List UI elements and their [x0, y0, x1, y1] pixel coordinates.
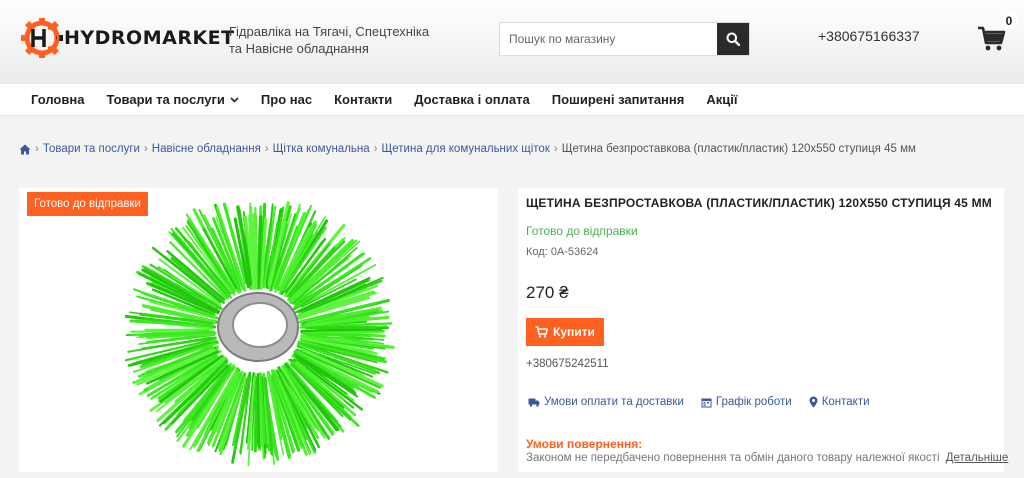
map-pin-icon: [809, 396, 818, 408]
product-code: Код: 0А-53624: [526, 246, 599, 258]
search-input[interactable]: [500, 23, 717, 55]
nav-item-products[interactable]: Товари та послуги: [106, 92, 239, 107]
delivery-terms-link[interactable]: Умови оплати та доставки: [528, 396, 684, 408]
work-schedule-link[interactable]: Графік роботи: [701, 396, 792, 408]
site-header: HYDROMARKET Гідравліка на Тягачі, Спецте…: [0, 0, 1024, 84]
cart-count-badge: 0: [1000, 12, 1018, 30]
search-icon: [726, 32, 740, 46]
breadcrumb-separator: ›: [35, 143, 39, 155]
breadcrumb-link[interactable]: Товари та послуги: [43, 143, 140, 155]
truck-icon: [528, 398, 540, 407]
breadcrumb-link[interactable]: Навісне обладнання: [152, 143, 261, 155]
logo-text: HYDROMARKET: [64, 27, 235, 49]
site-tagline: Гідравліка на Тягачі, Спецтехніка та Нав…: [229, 24, 430, 56]
cart-icon: [978, 26, 1006, 51]
chevron-down-icon: [230, 96, 239, 103]
logo[interactable]: HYDROMARKET: [20, 18, 235, 58]
nav-item-delivery[interactable]: Доставка і оплата: [414, 92, 529, 107]
cart-icon: [535, 326, 549, 338]
calendar-icon: [701, 398, 712, 407]
nav-item-label: Товари та послуги: [106, 92, 225, 107]
return-policy-more-link[interactable]: Детальніше: [946, 452, 1009, 464]
cart-button[interactable]: 0: [976, 12, 1018, 54]
home-icon[interactable]: [19, 144, 31, 155]
gear-logo-icon: [21, 18, 63, 58]
product-image-card: Готово до відправки: [19, 188, 498, 472]
header-phone[interactable]: +380675166337: [818, 28, 920, 44]
info-links: Умови оплати та доставки Графік роботи К…: [528, 396, 887, 408]
nav-item-home[interactable]: Головна: [31, 92, 84, 107]
stock-status: Готово до відправки: [526, 224, 638, 238]
search-bar: [499, 22, 750, 56]
contact-phone[interactable]: +380675242511: [526, 358, 609, 370]
breadcrumb-separator: ›: [143, 143, 148, 155]
contacts-link[interactable]: Контакти: [809, 396, 870, 408]
breadcrumb-separator: ›: [373, 143, 378, 155]
return-policy-text: Законом не передбачено повернення та обм…: [526, 452, 1008, 464]
buy-button-label: Купити: [553, 325, 595, 339]
contacts-label: Контакти: [821, 396, 870, 408]
work-schedule-label: Графік роботи: [715, 396, 792, 408]
delivery-terms-label: Умови оплати та доставки: [544, 396, 684, 408]
breadcrumb-current: Щетина безпроставкова (пластик/пластик) …: [561, 143, 916, 155]
nav-item-contacts[interactable]: Контакти: [334, 92, 392, 107]
breadcrumb: › Товари та послуги › Навісне обладнання…: [19, 143, 916, 155]
return-policy-body: Законом не передбачено повернення та обм…: [526, 452, 940, 464]
main-nav: Головна Товари та послуги Про нас Контак…: [0, 84, 1024, 116]
buy-button[interactable]: Купити: [526, 318, 604, 346]
breadcrumb-link[interactable]: Щетина для комунальних щіток: [382, 143, 550, 155]
breadcrumb-separator: ›: [264, 143, 269, 155]
breadcrumb-separator: ›: [553, 143, 558, 155]
search-button[interactable]: [717, 23, 749, 55]
product-title: ЩЕТИНА БЕЗПРОСТАВКОВА (ПЛАСТИК/ПЛАСТИК) …: [526, 196, 992, 210]
nav-item-faq[interactable]: Поширені запитання: [552, 92, 685, 107]
return-policy-title: Умови повернення:: [526, 437, 643, 451]
product-info-panel: ЩЕТИНА БЕЗПРОСТАВКОВА (ПЛАСТИК/ПЛАСТИК) …: [518, 188, 1008, 472]
nav-item-about[interactable]: Про нас: [261, 92, 312, 107]
nav-item-promotions[interactable]: Акції: [706, 92, 737, 107]
breadcrumb-link[interactable]: Щітка комунальна: [273, 143, 370, 155]
product-image[interactable]: [125, 193, 395, 467]
product-price: 270 ₴: [526, 283, 569, 302]
